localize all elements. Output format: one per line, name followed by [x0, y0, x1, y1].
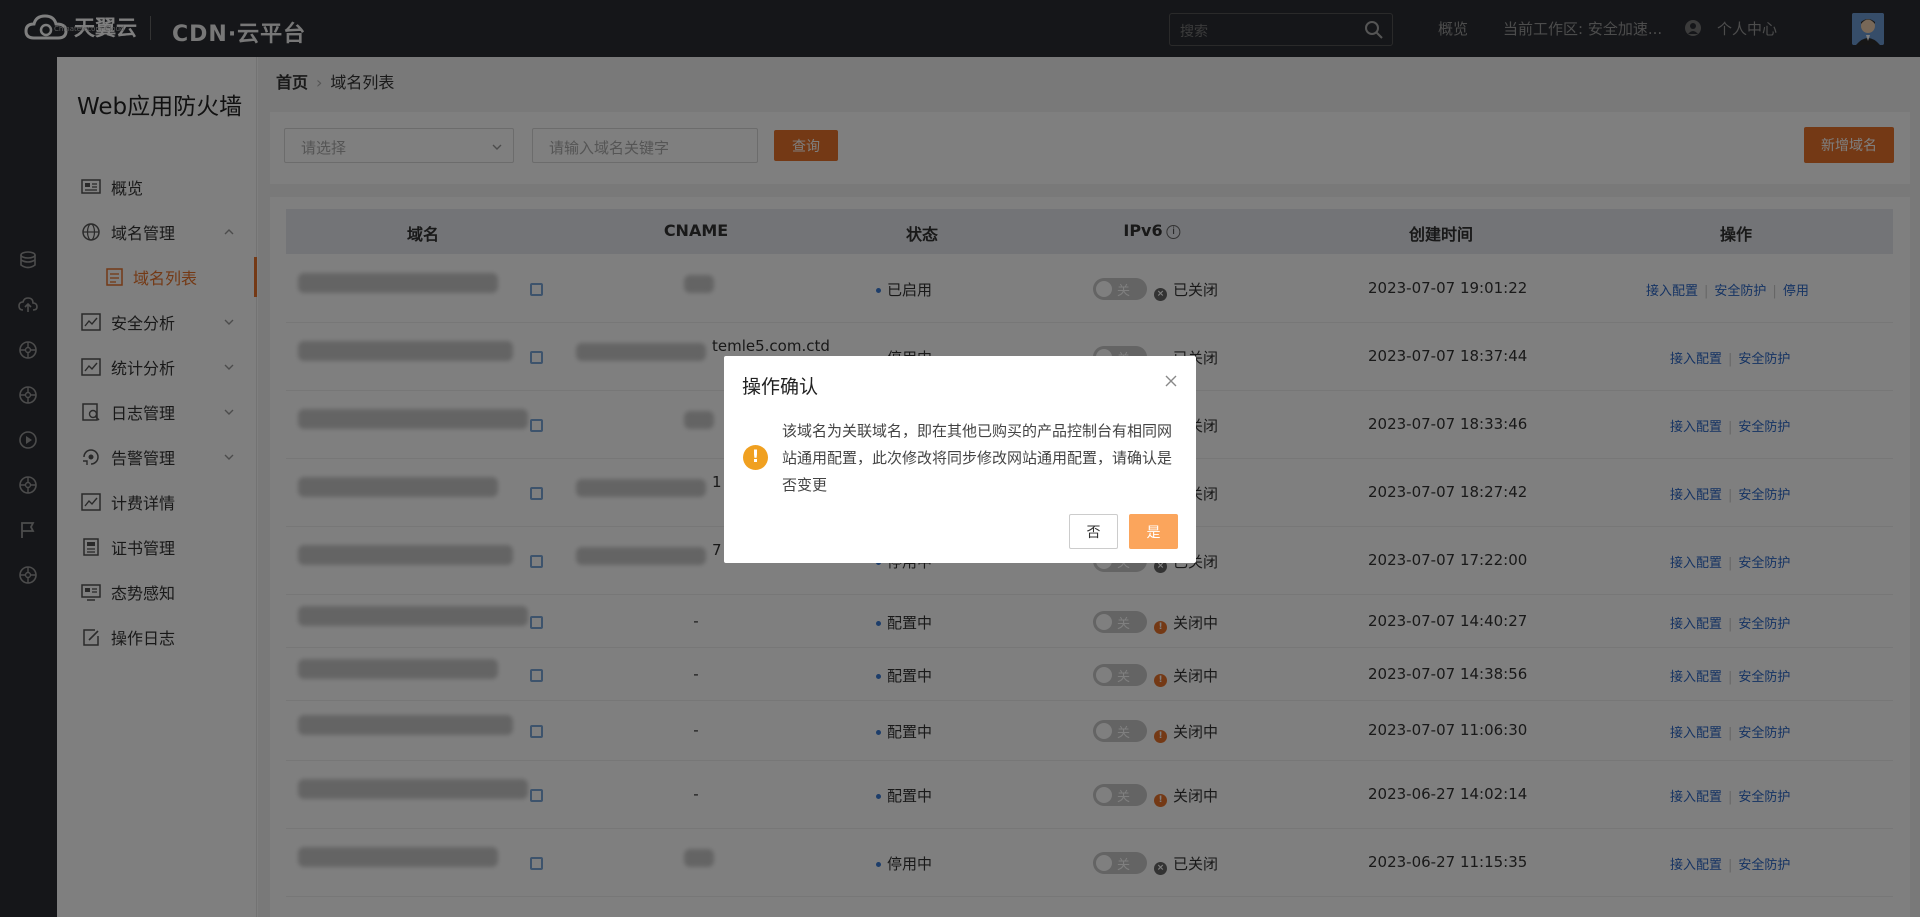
warning-icon: !: [743, 445, 768, 470]
confirm-dialog: 操作确认 ! 该域名为关联域名，即在其他已购买的产品控制台有相同网站通用配置，此…: [724, 356, 1196, 563]
yes-button[interactable]: 是: [1129, 514, 1178, 549]
dialog-message: 该域名为关联域名，即在其他已购买的产品控制台有相同网站通用配置，此次修改将同步修…: [782, 422, 1173, 494]
no-button[interactable]: 否: [1069, 514, 1118, 549]
dialog-title: 操作确认: [742, 376, 819, 398]
close-icon[interactable]: [1164, 374, 1178, 388]
